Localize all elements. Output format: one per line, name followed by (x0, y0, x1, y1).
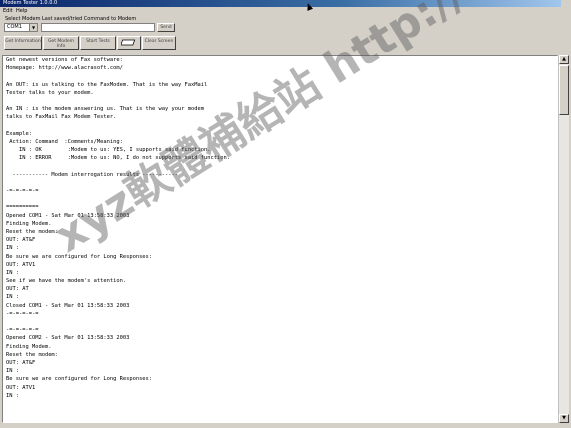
log-line: Reset the modem: (6, 351, 58, 358)
log-line: OUT: AT (6, 286, 29, 293)
toolbar: Select Modem COM1 ▼ Last saved/tried Com… (0, 15, 571, 53)
get-information-button[interactable]: Get Information (4, 36, 42, 50)
log-output[interactable]: Get newest versions of Fax software: Home… (2, 55, 558, 423)
command-input[interactable] (41, 23, 155, 32)
log-line: OUT: ATV1 (6, 384, 36, 391)
log-line: IN : (6, 392, 19, 399)
menu-bar: Edit Help (0, 7, 571, 15)
title-bar: Modem Tester 1.0.0.0 (0, 0, 571, 7)
close-button[interactable] (561, 0, 571, 7)
scroll-down-button[interactable]: ▼ (559, 414, 569, 423)
log-line: Be sure we are configured for Long Respo… (6, 376, 153, 383)
log-line: ========== (6, 204, 39, 211)
log-line: IN : (6, 269, 19, 276)
log-line: talks to FaxMail Fax Modem Tester. (6, 114, 117, 121)
log-line: Opened COM1 - Sat Mar 01 13:58:33 2003 (6, 212, 130, 219)
window-title: Modem Tester 1.0.0.0 (3, 0, 58, 6)
log-line: Closed COM1 - Sat Mar 01 13:58:33 2003 (6, 302, 130, 309)
select-modem-label: Select Modem (5, 16, 41, 22)
log-line: Action: Command :Comments/Meaning: (6, 138, 123, 145)
log-line: OUT: AT&F (6, 237, 36, 244)
log-line: Tester talks to your modem. (6, 89, 94, 96)
log-line: IN : OK :Modem to us: YES, I supports sa… (6, 147, 211, 154)
log-line: ----------- Modem interrogation results … (6, 171, 179, 178)
log-line: Homepage: http://www.alacrasoft.com/ (6, 65, 123, 72)
log-line: An OUT: is us talking to the FaxModem. T… (6, 81, 208, 88)
log-line: -=-=-=-=-= (6, 327, 39, 334)
eraser-button[interactable] (117, 36, 141, 50)
log-line: Example: (6, 130, 32, 137)
log-line: Get newest versions of Fax software: (6, 57, 123, 63)
log-line: Opened COM2 - Sat Mar 01 13:58:33 2003 (6, 335, 130, 342)
last-command-label: Last saved/tried Command to Modem (42, 16, 137, 22)
port-select[interactable]: COM1 ▼ (4, 23, 38, 32)
log-line: Be sure we are configured for Long Respo… (6, 253, 153, 260)
clear-screen-button[interactable]: Clear Screen (142, 36, 176, 50)
send-button[interactable]: Send (157, 23, 175, 32)
scroll-thumb[interactable] (559, 65, 569, 115)
log-line: IN : (6, 368, 19, 375)
get-modem-info-button[interactable]: Get Modem Info (43, 36, 79, 50)
vertical-scrollbar[interactable]: ▲ ▼ (558, 55, 569, 423)
log-line: OUT: ATV1 (6, 261, 36, 268)
log-line: OUT: AT&F (6, 359, 36, 366)
log-line: IN : (6, 294, 19, 301)
menu-help[interactable]: Help (16, 7, 27, 15)
log-line: See if we have the modem's attention. (6, 278, 127, 285)
chevron-down-icon[interactable]: ▼ (29, 24, 37, 31)
log-line: -=-=-=-=-= (6, 188, 39, 194)
log-line: -=-=-=-=-= (6, 310, 39, 317)
port-select-value: COM1 (7, 24, 22, 30)
log-line: An IN : is the modem answering us. That … (6, 106, 204, 113)
start-tests-button[interactable]: Start Tests (80, 36, 116, 50)
log-line: IN : ERROR :Modem to us: NO, I do not su… (6, 155, 230, 162)
scroll-up-button[interactable]: ▲ (559, 55, 569, 64)
log-line: Finding Modem. (6, 220, 52, 227)
log-line: Reset the modem: (6, 228, 58, 235)
log-line: IN : (6, 245, 19, 252)
log-line: Finding Modem. (6, 343, 52, 350)
menu-edit[interactable]: Edit (3, 7, 13, 15)
eraser-icon (120, 39, 136, 46)
